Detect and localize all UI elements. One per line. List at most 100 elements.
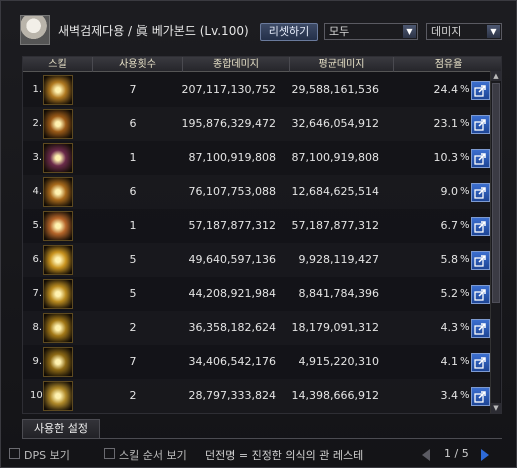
total-damage: 36,358,182,624: [188, 321, 276, 334]
total-damage: 195,876,329,472: [181, 117, 276, 130]
table-row: 6. 5 49,640,597,136 9,928,119,427 5.8%: [23, 243, 493, 277]
percent-symbol: %: [460, 84, 470, 95]
share-icon[interactable]: [471, 115, 490, 134]
table-row: 5. 1 57,187,877,312 57,187,877,312 6.7%: [23, 209, 493, 243]
skill-icon: [43, 381, 73, 411]
total-damage: 57,187,877,312: [188, 219, 276, 232]
share-icon[interactable]: [471, 319, 490, 338]
average-damage: 32,646,054,912: [291, 117, 379, 130]
character-title: 새벽검제다용 / 眞 베가본드 (Lv.100): [58, 24, 249, 38]
percent-symbol: %: [460, 118, 470, 129]
share-icon[interactable]: [471, 251, 490, 270]
average-damage: 9,928,119,427: [298, 253, 379, 266]
dps-view-checkbox[interactable]: [9, 448, 20, 459]
skill-icon: [43, 211, 73, 241]
share-percent: 10.3: [433, 151, 459, 164]
divider: [22, 438, 502, 439]
skill-icon: [43, 177, 73, 207]
use-count: 5: [129, 253, 137, 266]
character-avatar: [20, 15, 50, 45]
use-count: 1: [129, 219, 137, 232]
total-damage: 34,406,542,176: [188, 355, 276, 368]
previous-page-icon[interactable]: [422, 449, 430, 461]
share-percent: 4.1: [440, 355, 459, 368]
use-count: 6: [129, 185, 137, 198]
rank-number: 6.: [32, 254, 42, 265]
dps-view-label: DPS 보기: [24, 449, 70, 462]
tab-used-settings[interactable]: 사용한 설정: [22, 419, 100, 438]
rank-number: 1.: [32, 84, 42, 95]
average-damage: 14,398,666,912: [291, 389, 379, 402]
skill-damage-table: 스킬 사용횟수 종합데미지 평균데미지 점유율 1. 7 207,117,130,7…: [22, 56, 502, 414]
rank-number: 5.: [32, 220, 42, 231]
scroll-thumb[interactable]: [492, 83, 500, 303]
table-row: 10. 2 28,797,333,824 14,398,666,912 3.4%: [23, 379, 493, 413]
total-damage: 28,797,333,824: [188, 389, 276, 402]
total-damage: 76,107,753,088: [188, 185, 276, 198]
table-row: 4. 6 76,107,753,088 12,684,625,514 9.0%: [23, 175, 493, 209]
scroll-down-icon[interactable]: ▼: [491, 403, 501, 413]
rank-number: 7.: [32, 288, 42, 299]
table-row: 7. 5 44,208,921,984 8,841,784,396 5.2%: [23, 277, 493, 311]
skill-icon: [43, 245, 73, 275]
percent-symbol: %: [460, 220, 470, 231]
share-icon[interactable]: [471, 183, 490, 202]
share-percent: 3.4: [440, 389, 459, 402]
use-count: 1: [129, 151, 137, 164]
status-bar: DPS 보기 스킬 순서 보기 던전명 = 진정한 의식의 관 레스테 1 / …: [1, 444, 516, 468]
rank-number: 3.: [32, 152, 42, 163]
share-icon[interactable]: [471, 285, 490, 304]
table-header: 스킬 사용횟수 종합데미지 평균데미지 점유율: [23, 57, 501, 72]
skill-order-checkbox[interactable]: [104, 448, 115, 459]
table-row: 8. 2 36,358,182,624 18,179,091,312 4.3%: [23, 311, 493, 345]
share-percent: 6.7: [440, 219, 459, 232]
table-row: 1. 7 207,117,130,752 29,588,161,536 24.4%: [23, 73, 493, 107]
percent-symbol: %: [460, 390, 470, 401]
percent-symbol: %: [460, 152, 470, 163]
skill-icon: [43, 279, 73, 309]
dungeon-name: 던전명 = 진정한 의식의 관 레스테: [205, 449, 364, 462]
column-count: 사용횟수: [93, 57, 183, 72]
share-icon[interactable]: [471, 81, 490, 100]
skill-icon: [43, 313, 73, 343]
use-count: 5: [129, 287, 137, 300]
rank-number: 10.: [30, 390, 46, 401]
share-percent: 5.2: [440, 287, 459, 300]
reset-button[interactable]: 리셋하기: [260, 23, 318, 41]
page-indicator: 1 / 5: [444, 447, 469, 460]
table-row: 9. 7 34,406,542,176 4,915,220,310 4.1%: [23, 345, 493, 379]
share-icon[interactable]: [471, 353, 490, 372]
scrollbar[interactable]: ▲ ▼: [490, 71, 501, 413]
average-damage: 87,100,919,808: [291, 151, 379, 164]
total-damage: 44,208,921,984: [188, 287, 276, 300]
share-icon[interactable]: [471, 217, 490, 236]
column-average-damage: 평균데미지: [290, 57, 394, 72]
share-percent: 5.8: [440, 253, 459, 266]
share-percent: 23.1: [433, 117, 459, 130]
skill-icon: [43, 347, 73, 377]
column-share: 점유율: [434, 59, 463, 70]
rank-number: 8.: [32, 322, 42, 333]
next-page-icon[interactable]: [481, 449, 489, 461]
metric-select[interactable]: 데미지 ▼: [426, 23, 502, 40]
percent-symbol: %: [460, 254, 470, 265]
skill-icon: [43, 75, 73, 105]
damage-meter-window: 새벽검제다용 / 眞 베가본드 (Lv.100) 리셋하기 모두 ▼ 데미지 ▼…: [0, 0, 517, 468]
column-skill: 스킬: [23, 57, 93, 72]
scroll-up-icon[interactable]: ▲: [491, 71, 501, 81]
chevron-down-icon[interactable]: ▼: [487, 25, 500, 38]
share-percent: 24.4: [433, 83, 459, 96]
skill-order-label: 스킬 순서 보기: [119, 449, 187, 462]
filter-select-value: 모두: [329, 25, 350, 38]
filter-select[interactable]: 모두 ▼: [324, 23, 418, 40]
share-icon[interactable]: [471, 149, 490, 168]
average-damage: 18,179,091,312: [291, 321, 379, 334]
total-damage: 49,640,597,136: [188, 253, 276, 266]
chevron-down-icon[interactable]: ▼: [403, 25, 416, 38]
use-count: 6: [129, 117, 137, 130]
total-damage: 87,100,919,808: [188, 151, 276, 164]
use-count: 2: [129, 389, 137, 402]
share-icon[interactable]: [471, 387, 490, 406]
average-damage: 29,588,161,536: [291, 83, 379, 96]
share-percent: 9.0: [440, 185, 459, 198]
